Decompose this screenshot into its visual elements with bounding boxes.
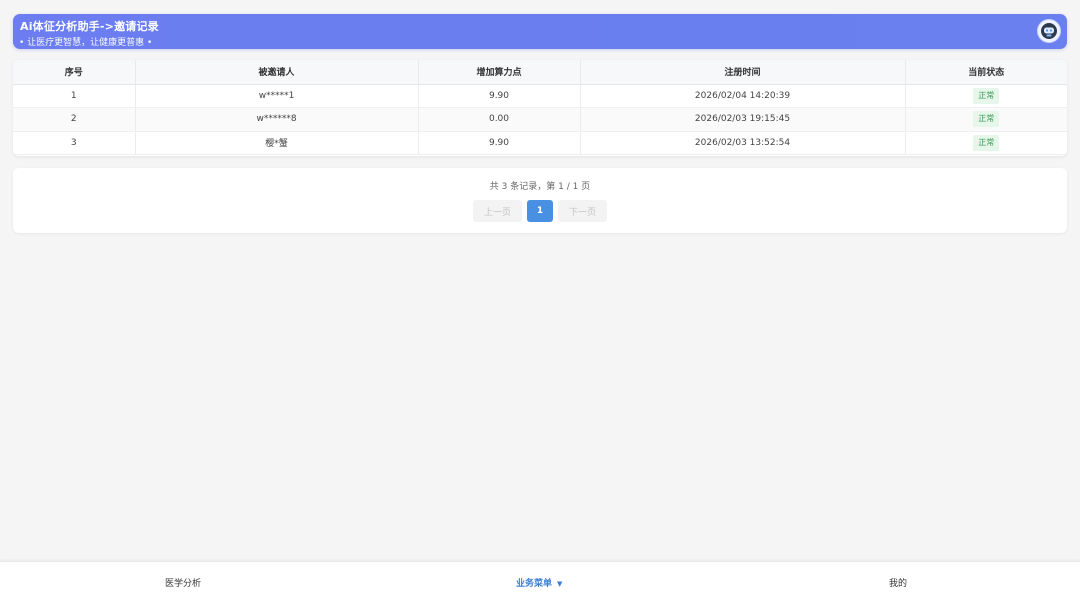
cell-invitee: w******8 [135,107,419,132]
robot-avatar-icon[interactable] [1037,19,1061,43]
cell-status: 正常 [905,107,1067,132]
nav-item-business-menu[interactable]: 业务菜单 ▼ [516,576,562,589]
nav-item-medical-analysis[interactable]: 医学分析 [165,576,201,589]
column-header-registered: 注册时间 [580,60,906,85]
cell-registered: 2026/02/03 13:52:54 [580,131,906,155]
cell-registered: 2026/02/04 14:20:39 [580,84,906,108]
next-page-button[interactable]: 下一页 [558,200,607,222]
column-header-index: 序号 [13,60,136,85]
table-header-row: 序号 被邀请人 增加算力点 注册时间 当前状态 [13,60,1067,85]
table-row: 3 樱*蟹 9.90 2026/02/03 13:52:54 正常 [13,131,1067,155]
pagination-controls: 上一页 1 下一页 [13,200,1067,222]
status-badge: 正常 [973,87,1000,104]
column-header-points: 增加算力点 [418,60,581,85]
cell-index: 1 [13,84,136,108]
cell-status: 正常 [905,131,1067,155]
cell-points: 0.00 [418,107,581,132]
cell-index: 3 [13,131,136,155]
page-title: Ai体征分析助手->邀请记录 [20,20,159,33]
robot-icon [1041,23,1057,39]
table-row: 2 w******8 0.00 2026/02/03 19:15:45 正常 [13,107,1067,132]
nav-item-business-menu-label: 业务菜单 [516,579,553,589]
table-row: 1 w*****1 9.90 2026/02/04 14:20:39 正常 [13,84,1067,108]
cell-invitee: 樱*蟹 [135,131,419,155]
status-badge: 正常 [973,134,1000,151]
column-header-invitee: 被邀请人 [135,60,419,85]
chevron-down-icon: ▼ [557,580,563,588]
cell-index: 2 [13,107,136,132]
invite-records-table: 序号 被邀请人 增加算力点 注册时间 当前状态 1 w*****1 9.90 2… [13,60,1067,156]
page-subtitle: • 让医疗更智慧，让健康更普惠 • [19,38,153,48]
page-1-button[interactable]: 1 [527,200,553,222]
column-header-status: 当前状态 [905,60,1067,85]
cell-invitee: w*****1 [135,84,419,108]
nav-item-mine[interactable]: 我的 [889,576,907,589]
prev-page-button[interactable]: 上一页 [473,200,522,222]
cell-points: 9.90 [418,131,581,155]
pagination-card: 共 3 条记录，第 1 / 1 页 上一页 1 下一页 [13,168,1067,233]
cell-status: 正常 [905,84,1067,108]
cell-points: 9.90 [418,84,581,108]
bottom-navigation: 医学分析 业务菜单 ▼ 我的 [0,561,1080,601]
status-badge: 正常 [973,111,1000,128]
pagination-info: 共 3 条记录，第 1 / 1 页 [489,182,591,192]
app-header: Ai体征分析助手->邀请记录 • 让医疗更智慧，让健康更普惠 • [13,14,1067,49]
cell-registered: 2026/02/03 19:15:45 [580,107,906,132]
